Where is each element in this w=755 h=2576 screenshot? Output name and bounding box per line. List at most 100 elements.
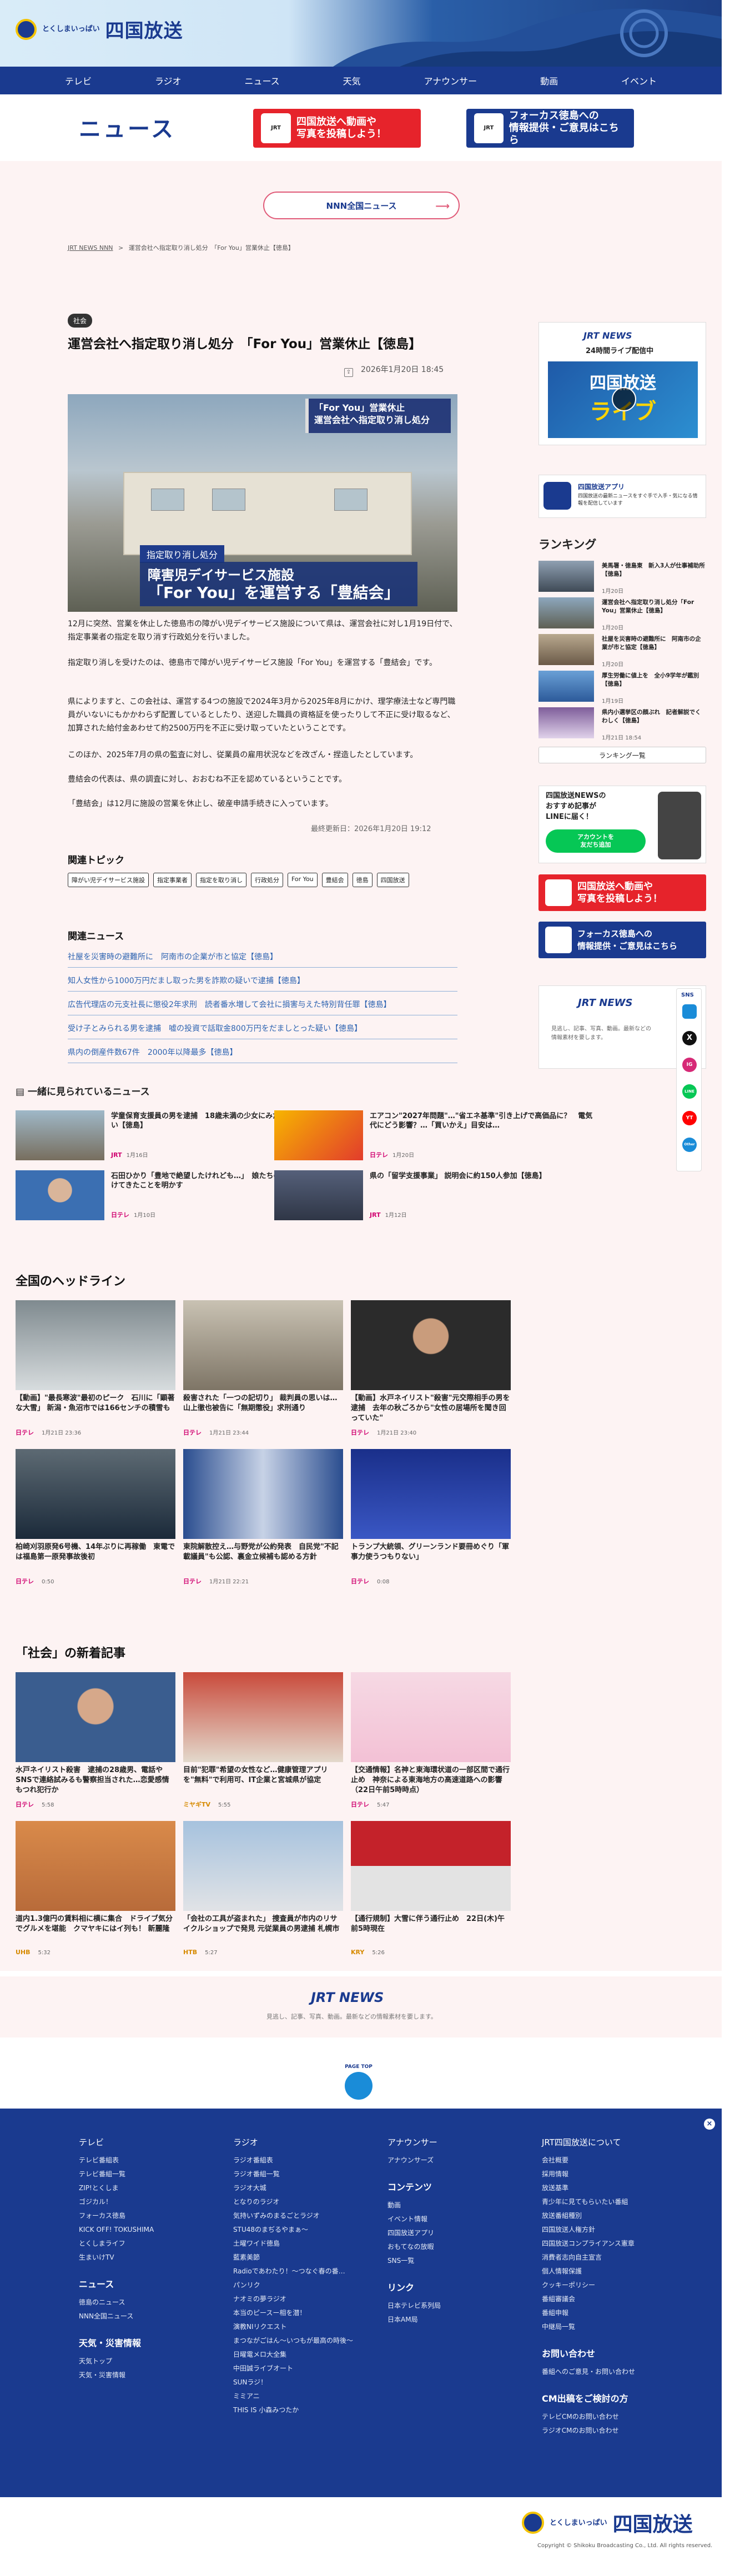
nav-item-radio[interactable]: ラジオ	[155, 74, 182, 87]
footer-link[interactable]: 日本AM局	[387, 2313, 526, 2327]
footer-link[interactable]: ラジオCMのお問い合わせ	[542, 2424, 681, 2438]
footer-link[interactable]: 気持いずみのまるごとラジオ	[233, 2209, 372, 2223]
instagram-icon[interactable]: IG	[682, 1058, 697, 1072]
headline-card[interactable]: 殺害された「一つの記切り」 裁判員の思いは… 山上徹也被告に「無期懲役」求刑通り…	[183, 1300, 345, 1439]
footer-link[interactable]: ラジオ番組表	[233, 2154, 372, 2167]
headline-card[interactable]: トランプ大統領、グリーンランド要冊めぐり「軍事力使うつもりない」 日テレ 0:08	[351, 1449, 511, 1588]
ranking-item[interactable]: 美馬署・徳島東 新入3人が仕事補助所【徳島】 1月20日	[538, 561, 706, 595]
footer-link[interactable]: クッキーポリシー	[542, 2278, 681, 2292]
footer-link[interactable]: ラジオ大城	[233, 2181, 372, 2195]
social-card[interactable]: 【通行規制】大雪に伴う通行止め 22日(木)午前5時現在 KRY 5:26	[351, 1821, 511, 1960]
headline-card[interactable]: 柏崎刈羽原発6号機、14年ぶりに再稼働 東電では福島第一原発事故後初 日テレ 0:…	[16, 1449, 175, 1588]
social-card[interactable]: 水戸ネイリスト殺害 逮捕の28歳男、電話やSNSで連絡試みるも警察担当された…恋…	[16, 1672, 175, 1811]
post-banner[interactable]: JRT 四国放送へ動画や 写真を投稿しよう！	[253, 109, 421, 148]
sidebar-focus-banner[interactable]: フォーカス徳島への 情報提供・ご意見はこちら	[538, 922, 706, 958]
footer-link[interactable]: パンリク	[233, 2278, 372, 2292]
footer-link[interactable]: 番組へのご意見・お問い合わせ	[542, 2365, 681, 2379]
topic-tag[interactable]: 行政処分	[251, 873, 283, 887]
nav-item-video[interactable]: 動画	[540, 74, 558, 87]
footer-link[interactable]: 土曜ワイド徳島	[233, 2237, 372, 2251]
footer-link[interactable]: テレビ番組一覧	[79, 2167, 218, 2181]
footer-link[interactable]: フォーカス徳島	[79, 2209, 218, 2223]
popular-item[interactable]: 県の「留学支援事業」 説明会に約150人参加【徳島】 JRT 1月12日	[274, 1170, 600, 1226]
social-card[interactable]: 【交通情報】名神と東海環状道の一部区間で通行止め 神奈による東海地方の高速道路へ…	[351, 1672, 511, 1811]
footer-link[interactable]: 個人情報保護	[542, 2265, 681, 2278]
footer-link[interactable]: 徳島のニュース	[79, 2296, 218, 2310]
footer-link[interactable]: 青少年に見てもらいたい番組	[542, 2195, 681, 2209]
footer-link[interactable]: 中田誠ライブオート	[233, 2362, 372, 2376]
footer-link[interactable]: 放送番組種別	[542, 2209, 681, 2223]
footer-link[interactable]: SNS一覧	[387, 2254, 526, 2268]
footer-link[interactable]: 番組申報	[542, 2306, 681, 2320]
sidebar-post-banner[interactable]: 四国放送へ動画や 写真を投稿しよう！	[538, 874, 706, 911]
site-logo[interactable]: とくしまいっぱい 四国放送	[16, 16, 183, 43]
footer-link[interactable]: 中継局一覧	[542, 2320, 681, 2334]
popular-item[interactable]: エアコン"2027年問題"…"省エネ基準"引き上げで高価品に？ 電気代にどう影響…	[274, 1110, 600, 1166]
social-card[interactable]: 道内1.3億円の賃料相に横に集合 ドライブ気分でグルメを堪能 クマヤキにはイ列も…	[16, 1821, 175, 1960]
footer-link[interactable]: 天気トップ	[79, 2354, 218, 2368]
footer-link[interactable]: 生まいけTV	[79, 2251, 218, 2265]
topic-tag[interactable]: 豊結会	[321, 873, 348, 887]
line-icon[interactable]: LINE	[682, 1084, 697, 1099]
footer-link[interactable]: SUNラジ！	[233, 2376, 372, 2389]
app-widget[interactable]: 四国放送アプリ 四国放送の最新ニュースをすぐ手で入手・気になる情報を配信していま…	[538, 475, 706, 518]
footer-link[interactable]: ミミアニ	[233, 2389, 372, 2403]
footer-link[interactable]: アナウンサーズ	[387, 2154, 526, 2167]
ranking-item[interactable]: 県内小選挙区の顔ぶれ 記者解説でくわしく【徳島】 1月21日 18:54	[538, 707, 706, 742]
footer-link[interactable]: 動画	[387, 2198, 526, 2212]
footer-link[interactable]: おもてなの放暇	[387, 2240, 526, 2254]
related-link[interactable]: 県内の倒産件数67件 2000年以降最多【徳島】	[68, 1042, 457, 1063]
nav-item-announcer[interactable]: アナウンサー	[424, 74, 477, 87]
ranking-item[interactable]: 社屋を災害時の避難所に 阿南市の企業が市と協定【徳島】 1月20日	[538, 634, 706, 668]
topic-tag[interactable]: 指定事業者	[153, 873, 192, 887]
footer-link[interactable]: 演教NIリクエスト	[233, 2320, 372, 2334]
footer-link[interactable]: Radioであわたり！～つなぐ春の番…	[233, 2265, 372, 2278]
footer-link[interactable]: 天気・災害情報	[79, 2368, 218, 2382]
nnn-news-button[interactable]: NNN全国ニュース ⟶	[263, 192, 460, 219]
footer-link[interactable]: 日曜電メロ大全集	[233, 2348, 372, 2362]
footer-link[interactable]: テレビCMのお問い合わせ	[542, 2410, 681, 2424]
footer-link[interactable]: 四国放送コンプライアンス憲章	[542, 2237, 681, 2251]
page-top-button[interactable]: PAGE TOP	[336, 2064, 381, 2100]
footer-link[interactable]: まつながごはん～いつもが最高の時後～	[233, 2334, 372, 2348]
footer-link[interactable]: STU48のまぢるやまぁ～	[233, 2223, 372, 2237]
footer-link[interactable]: となりのラジオ	[233, 2195, 372, 2209]
social-card[interactable]: 目前"犯罪"希望の女性など…健康管理アプリを"無料"で利用可、IT企業と宮城県が…	[183, 1672, 343, 1811]
close-icon[interactable]: ×	[704, 2119, 715, 2130]
footer-link[interactable]: ZIP!とくしま	[79, 2181, 218, 2195]
footer-link[interactable]: 藍素美節	[233, 2251, 372, 2265]
ranking-more-button[interactable]: ランキング一覧	[538, 747, 706, 763]
share-icon[interactable]: ⇪	[344, 368, 353, 377]
breadcrumb-home[interactable]: JRT NEWS NNN	[68, 244, 113, 251]
related-link[interactable]: 受け子とみられる男を逮捕 嘘の投資で話取金800万円をだましとった疑い【徳島】	[68, 1018, 457, 1039]
jrt-news-footer-logo[interactable]: JRT NEWS	[311, 1990, 384, 2005]
related-link[interactable]: 社屋を災害時の避難所に 阿南市の企業が市と協定【徳島】	[68, 947, 457, 968]
footer-logo[interactable]: とくしまいっぱい 四国放送	[522, 2508, 693, 2537]
topic-tag[interactable]: 四国放送	[376, 873, 409, 887]
topic-tag[interactable]: 徳島	[352, 873, 373, 887]
footer-link[interactable]: 四国放送人権方針	[542, 2223, 681, 2237]
x-icon[interactable]: X	[682, 1031, 697, 1045]
footer-link[interactable]: THIS IS 小森みつたか	[233, 2403, 372, 2417]
topic-tag[interactable]: 指定を取り消し	[196, 873, 246, 887]
footer-link[interactable]: とくしまライフ	[79, 2237, 218, 2251]
footer-link[interactable]: ゴジカル！	[79, 2195, 218, 2209]
headline-card[interactable]: 【動画】水戸ネイリスト"殺害"元交際相手の男を逮捕 去年の秋ごろから"女性の居場…	[351, 1300, 511, 1439]
youtube-icon[interactable]: YT	[682, 1111, 697, 1125]
footer-link[interactable]: 採用情報	[542, 2167, 681, 2181]
headline-card[interactable]: 【動画】"最長寒波"最初のピーク 石川に「顕著な大雪」 新潟・魚沼市では166セ…	[16, 1300, 175, 1439]
footer-link[interactable]: イベント情報	[387, 2212, 526, 2226]
related-link[interactable]: 広告代理店の元支社長に懲役2年求刑 読者番水増して会社に損害与えた特別背任罪【徳…	[68, 994, 457, 1015]
footer-link[interactable]: 日本テレビ系列局	[387, 2299, 526, 2313]
headline-card[interactable]: 東院解散控え…与野党が公約発表 自民党"不記載議員"も公認、裏金立候補も認める方…	[183, 1449, 343, 1588]
footer-link[interactable]: 放送基準	[542, 2181, 681, 2195]
nav-item-tv[interactable]: テレビ	[65, 74, 92, 87]
play-icon[interactable]	[612, 387, 636, 411]
other-icon[interactable]: Other	[682, 1138, 697, 1152]
category-badge[interactable]: 社会	[68, 314, 93, 328]
nav-item-weather[interactable]: 天気	[343, 74, 361, 87]
ranking-item[interactable]: 厚生労働に値上を 全小9学年が鑑別【徳島】 1月19日	[538, 671, 706, 705]
footer-link[interactable]: 会社概要	[542, 2154, 681, 2167]
footer-link[interactable]: 番組審議会	[542, 2292, 681, 2306]
nav-item-news[interactable]: ニュース	[244, 74, 279, 87]
